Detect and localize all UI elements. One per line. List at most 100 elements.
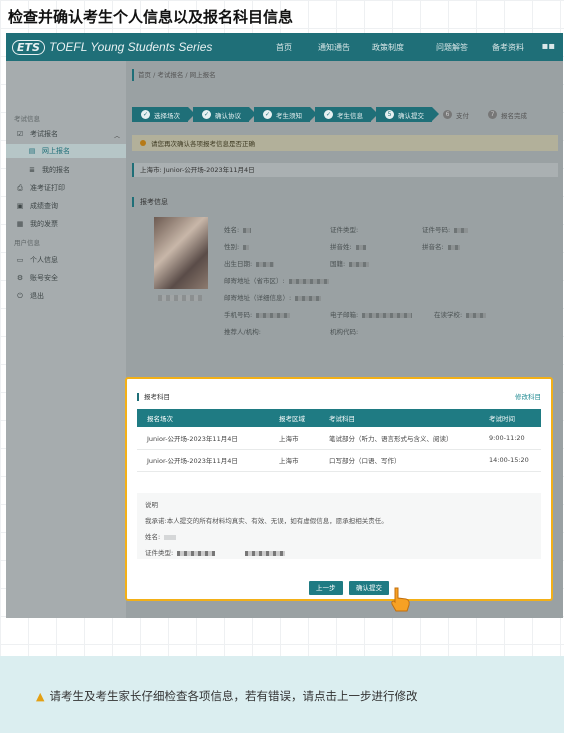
col-subject: 考试科目 <box>319 409 479 427</box>
sidebar-group-exam: 考试信息 <box>14 115 40 123</box>
sidebar-item-label: 个人信息 <box>30 256 58 264</box>
step-number-icon: 6 <box>443 110 452 119</box>
sidebar-item-account-security[interactable]: ⚙ 账号安全 <box>16 273 58 283</box>
sidebar: 考试信息 ☑ 考试报名 ︿ ▤ 网上报名 ≣ 我的报名 ⎙ 准考证打印 ▣ 成绩… <box>6 61 126 618</box>
exam-subjects-card: 报考科目 修改科目 报名场次 报考区域 考试科目 考试时间 Junior-公开场… <box>125 377 553 601</box>
sidebar-item-print-ticket[interactable]: ⎙ 准考证打印 <box>16 183 65 193</box>
field-id-type: 证件类型: <box>330 226 359 234</box>
check-icon: ✓ <box>141 110 150 119</box>
declaration-title: 说明 <box>145 501 158 509</box>
brand-name: TOEFL Young Students Series <box>48 40 213 54</box>
id-card-icon: ▭ <box>16 256 24 264</box>
invoice-icon: ▦ <box>16 220 24 228</box>
declaration-id-type: 证件类型: <box>145 547 533 557</box>
field-nationality: 国籍: <box>330 258 370 268</box>
sidebar-item-my-invoice[interactable]: ▦ 我的发票 <box>16 219 58 229</box>
sidebar-item-my-signup[interactable]: ≣ 我的报名 <box>28 165 70 175</box>
col-region: 报考区域 <box>269 409 319 427</box>
page-heading: 检查并确认考生个人信息以及报名科目信息 <box>8 8 294 26</box>
sidebar-item-label: 网上报名 <box>42 147 70 155</box>
cell-session: Junior-公开场-2023年11月4日 <box>137 427 269 450</box>
progress-steps: ✓ 选择场次 ✓ 确认协议 ✓ 考生须知 ✓ 考生信息 5 确认提交 6 支付 7 报名完成 <box>132 107 540 122</box>
breadcrumb: 首页 / 考试报名 / 网上报名 <box>132 69 558 81</box>
confirm-submit-button[interactable]: 确认提交 <box>349 581 389 595</box>
field-mail-city: 邮寄地址（省市区）: <box>224 275 329 285</box>
field-birth-date: 出生日期: <box>224 258 275 268</box>
step-number-icon: 7 <box>488 110 497 119</box>
field-school: 在读学校: <box>434 309 487 319</box>
gear-icon: ⚙ <box>16 274 24 282</box>
main-content: 首页 / 考试报名 / 网上报名 ✓ 选择场次 ✓ 确认协议 ✓ 考生须知 ✓ 考生信息… <box>132 69 558 336</box>
step-complete: 7 报名完成 <box>482 107 535 122</box>
nav-prep-materials[interactable]: 备考资料 <box>492 42 524 53</box>
check-icon: ✓ <box>263 110 272 119</box>
step-candidate-info: ✓ 考生信息 <box>315 107 378 122</box>
sidebar-item-label: 成绩查询 <box>30 202 58 210</box>
table-row: Junior-公开场-2023年11月4日 上海市 口写部分（口语、写作） 14… <box>137 449 541 472</box>
menu-icon[interactable]: ▪▪ <box>541 41 555 52</box>
declaration-name: 姓名: <box>145 531 533 541</box>
step-select-session: ✓ 选择场次 <box>132 107 195 122</box>
declaration-text: 我承诺:本人提交的所有材料均真实、有效、无误，如有虚假信息，愿承担相关责任。 <box>145 517 388 525</box>
field-mail-detail: 邮寄地址（详细信息）: <box>224 292 322 302</box>
subjects-table: 报名场次 报考区域 考试科目 考试时间 Junior-公开场-2023年11月4… <box>137 409 541 472</box>
photo-caption-redacted <box>158 295 202 301</box>
step-confirm-submit: 5 确认提交 <box>376 107 439 122</box>
sidebar-item-online-signup[interactable]: ▤ 网上报名 <box>6 144 126 158</box>
cell-time: 14:00-15:20 <box>479 449 541 472</box>
nav-faq[interactable]: 问题解答 <box>436 42 468 53</box>
site-logo[interactable]: ETS TOEFL Young Students Series <box>12 38 212 56</box>
field-id-number: 证件号码: <box>422 224 469 234</box>
top-navbar: ETS TOEFL Young Students Series 首页 通知通告 … <box>6 33 563 61</box>
sidebar-group-user: 用户信息 <box>14 239 40 247</box>
sidebar-item-label: 准考证打印 <box>30 184 65 192</box>
sidebar-item-label: 退出 <box>30 292 44 300</box>
sidebar-item-personal-info[interactable]: ▭ 个人信息 <box>16 255 58 265</box>
warning-dot-icon <box>140 140 146 146</box>
check-icon: ✓ <box>202 110 211 119</box>
confirm-notice: 请您再次确认各项报考信息是否正确 <box>132 135 558 151</box>
card-title: 报考科目 <box>137 393 170 401</box>
cell-region: 上海市 <box>269 449 319 472</box>
session-location: 上海市: Junior-公开场-2023年11月4日 <box>132 163 558 177</box>
sidebar-item-exam-signup[interactable]: ☑ 考试报名 <box>16 129 58 139</box>
edit-subjects-link[interactable]: 修改科目 <box>515 391 541 401</box>
nav-policies[interactable]: 政策制度 <box>372 42 404 53</box>
edit-icon: ☑ <box>16 130 24 138</box>
table-header-row: 报名场次 报考区域 考试科目 考试时间 <box>137 409 541 427</box>
field-pinyin-last: 拼音姓: <box>330 241 366 251</box>
sidebar-item-logout[interactable]: ⏻ 退出 <box>16 291 44 301</box>
cell-subject: 笔试部分（听力、语言形式与含义、阅读） <box>319 427 479 450</box>
field-pinyin-first: 拼音名: <box>422 241 460 251</box>
step-confirm-agreement: ✓ 确认协议 <box>193 107 256 122</box>
sidebar-item-label: 我的发票 <box>30 220 58 228</box>
list-icon: ≣ <box>29 166 35 174</box>
candidate-photo <box>154 217 208 289</box>
cell-subject: 口写部分（口语、写作） <box>319 449 479 472</box>
field-email: 电子邮箱: <box>330 309 413 319</box>
nav-home[interactable]: 首页 <box>276 42 292 53</box>
cell-time: 9:00-11:20 <box>479 427 541 450</box>
power-icon: ⏻ <box>17 291 23 300</box>
prev-step-button[interactable]: 上一步 <box>309 581 343 595</box>
step-payment: 6 支付 <box>437 107 477 122</box>
field-phone: 手机号码: <box>224 309 291 319</box>
pointing-hand-icon <box>391 587 410 612</box>
document-icon: ▤ <box>28 147 36 155</box>
declaration-box: 说明 我承诺:本人提交的所有材料均真实、有效、无误，如有虚假信息，愿承担相关责任… <box>137 493 541 559</box>
bottom-warning-text: 请考生及考生家长仔细检查各项信息，若有错误，请点击上一步进行修改 <box>49 689 418 703</box>
field-org-code: 机构代码: <box>330 328 359 336</box>
cell-region: 上海市 <box>269 427 319 450</box>
step-candidate-notice: ✓ 考生须知 <box>254 107 317 122</box>
check-icon: ✓ <box>324 110 333 119</box>
chevron-up-icon[interactable]: ︿ <box>114 131 120 140</box>
section-title: 报考信息 <box>132 197 168 207</box>
col-session: 报名场次 <box>137 409 269 427</box>
field-name: 姓名: <box>224 224 252 234</box>
warning-icon: ▲ <box>36 689 45 703</box>
col-time: 考试时间 <box>479 409 541 427</box>
nav-notices[interactable]: 通知通告 <box>318 42 350 53</box>
sidebar-item-score-query[interactable]: ▣ 成绩查询 <box>16 201 58 211</box>
ets-logo-mark: ETS <box>12 39 45 55</box>
search-doc-icon: ▣ <box>16 202 24 210</box>
